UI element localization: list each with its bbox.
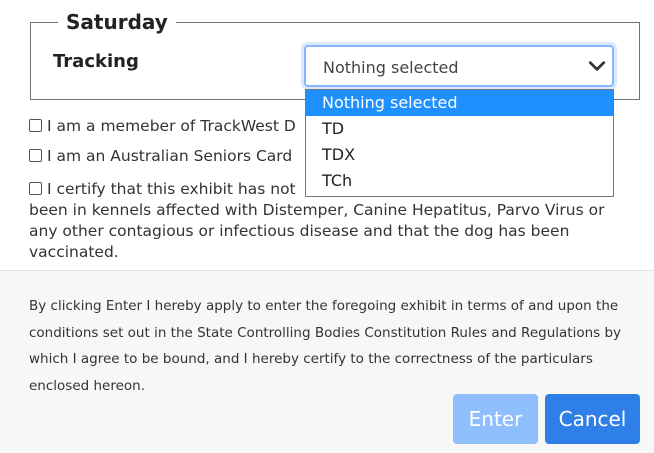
cancel-button[interactable]: Cancel (545, 394, 640, 444)
select-current-value: Nothing selected (323, 58, 459, 77)
fieldset-legend: Saturday (58, 10, 176, 34)
option-nothing-selected[interactable]: Nothing selected (306, 90, 613, 116)
checkbox-row-seniors-card: I am an Australian Seniors Card (29, 146, 292, 167)
option-tdx[interactable]: TDX (306, 142, 613, 168)
chevron-down-icon (588, 61, 606, 71)
certify-line1: I certify that this exhibit has not (47, 180, 296, 198)
option-td[interactable]: TD (306, 116, 613, 142)
seniors-card-label: I am an Australian Seniors Card (47, 147, 293, 165)
tracking-label: Tracking (53, 51, 139, 72)
modal-footer: By clicking Enter I hereby apply to ente… (0, 270, 654, 453)
tracking-select[interactable]: Nothing selected (304, 45, 614, 87)
checkbox-row-trackwest-member: I am a memeber of TrackWest D (29, 116, 296, 137)
trackwest-member-label: I am a memeber of TrackWest D (47, 117, 296, 135)
trackwest-member-checkbox[interactable] (29, 119, 42, 132)
enter-button[interactable]: Enter (453, 394, 538, 444)
seniors-card-checkbox[interactable] (29, 149, 42, 162)
option-tch[interactable]: TCh (306, 168, 613, 194)
certify-checkbox[interactable] (29, 182, 42, 195)
tracking-dropdown-list: Nothing selected TD TDX TCh (305, 89, 614, 197)
terms-text: By clicking Enter I hereby apply to ente… (29, 298, 622, 394)
certify-rest: been in kennels affected with Distemper,… (29, 201, 605, 261)
